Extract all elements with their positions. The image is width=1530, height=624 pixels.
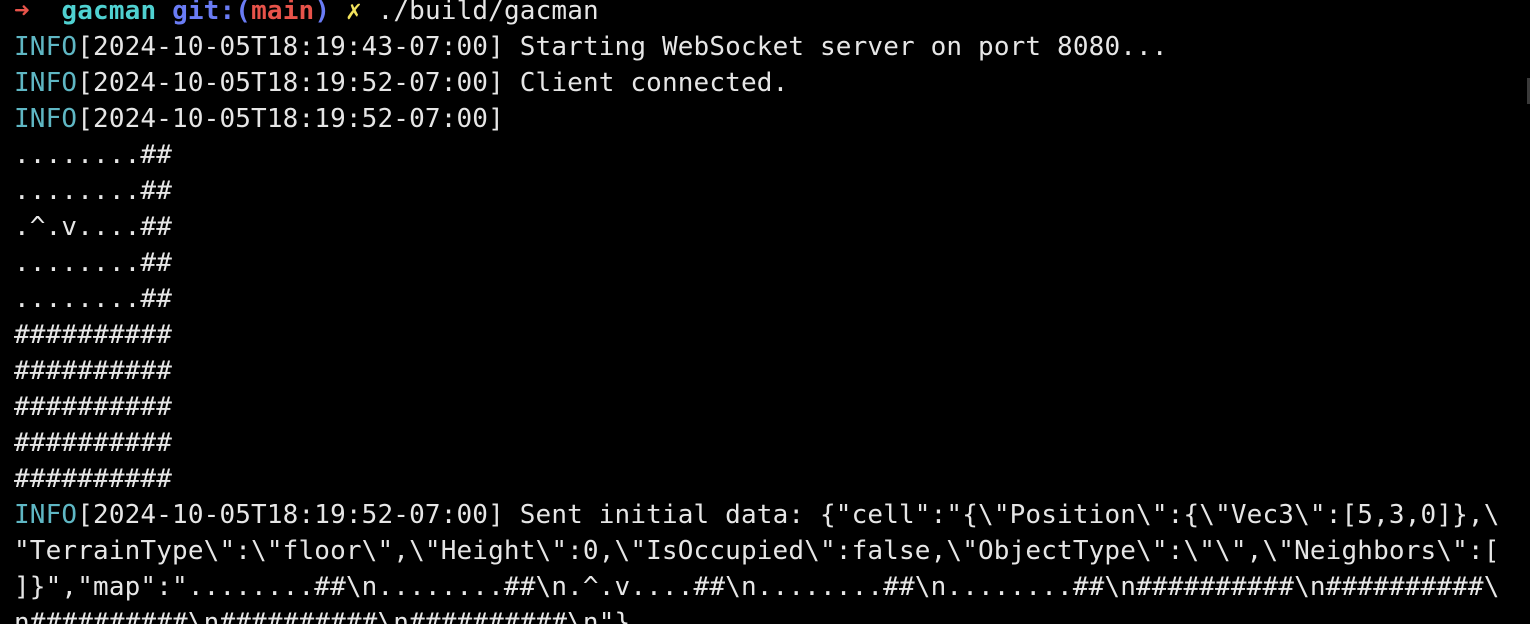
prompt-arrow-icon: ➜ bbox=[14, 0, 30, 26]
map-row: ########## bbox=[14, 392, 173, 422]
log-message: Client connected. bbox=[503, 68, 789, 98]
prompt-git-close: ) bbox=[314, 0, 331, 26]
map-row: ........## bbox=[14, 284, 173, 314]
map-row: .^.v....## bbox=[14, 212, 173, 242]
log-message: Starting WebSocket server on port 8080..… bbox=[503, 32, 1168, 62]
prompt-git-label: git:( bbox=[172, 0, 252, 26]
log-continuation: ]}","map":"........##\n........##\n.^.v.… bbox=[14, 572, 1500, 602]
log-continuation: n##########\n##########\n##########\n"} bbox=[14, 608, 631, 624]
prompt-branch: main bbox=[251, 0, 315, 26]
prompt-command: ./build/gacman bbox=[377, 0, 599, 26]
dirty-mark-icon: ✗ bbox=[345, 0, 362, 26]
log-timestamp: [2024-10-05T18:19:52-07:00] bbox=[77, 104, 504, 134]
log-line: INFO[2024-10-05T18:19:52-07:00] Sent ini… bbox=[14, 497, 1530, 533]
log-level: INFO bbox=[14, 68, 78, 98]
log-timestamp: [2024-10-05T18:19:52-07:00] bbox=[77, 500, 504, 530]
terminal-output: ➜ gacman git:(main) ✗ ./build/gacman INF… bbox=[14, 0, 1530, 624]
map-row: ########## bbox=[14, 356, 173, 386]
terminal-window[interactable]: ➜ gacman git:(main) ✗ ./build/gacman INF… bbox=[0, 0, 1530, 624]
log-timestamp: [2024-10-05T18:19:43-07:00] bbox=[77, 32, 504, 62]
map-row: ########## bbox=[14, 428, 173, 458]
map-row: ........## bbox=[14, 176, 173, 206]
log-line: INFO[2024-10-05T18:19:43-07:00] Starting… bbox=[14, 29, 1530, 65]
log-level: INFO bbox=[14, 32, 78, 62]
log-continuation: "TerrainType\":\"floor\",\"Height\":0,\"… bbox=[14, 536, 1500, 566]
map-row: ........## bbox=[14, 248, 173, 278]
log-line: INFO[2024-10-05T18:19:52-07:00] Client c… bbox=[14, 65, 1530, 101]
log-message: Sent initial data: {"cell":"{\"Position\… bbox=[503, 500, 1500, 530]
prompt-directory: gacman bbox=[61, 0, 157, 26]
map-row: ........## bbox=[14, 140, 173, 170]
prompt-line: ➜ gacman git:(main) ✗ ./build/gacman bbox=[14, 0, 1530, 29]
log-timestamp: [2024-10-05T18:19:52-07:00] bbox=[77, 68, 504, 98]
map-row: ########## bbox=[14, 320, 173, 350]
log-level: INFO bbox=[14, 104, 78, 134]
map-row: ########## bbox=[14, 464, 173, 494]
log-level: INFO bbox=[14, 500, 78, 530]
log-line: INFO[2024-10-05T18:19:52-07:00] bbox=[14, 101, 1530, 137]
